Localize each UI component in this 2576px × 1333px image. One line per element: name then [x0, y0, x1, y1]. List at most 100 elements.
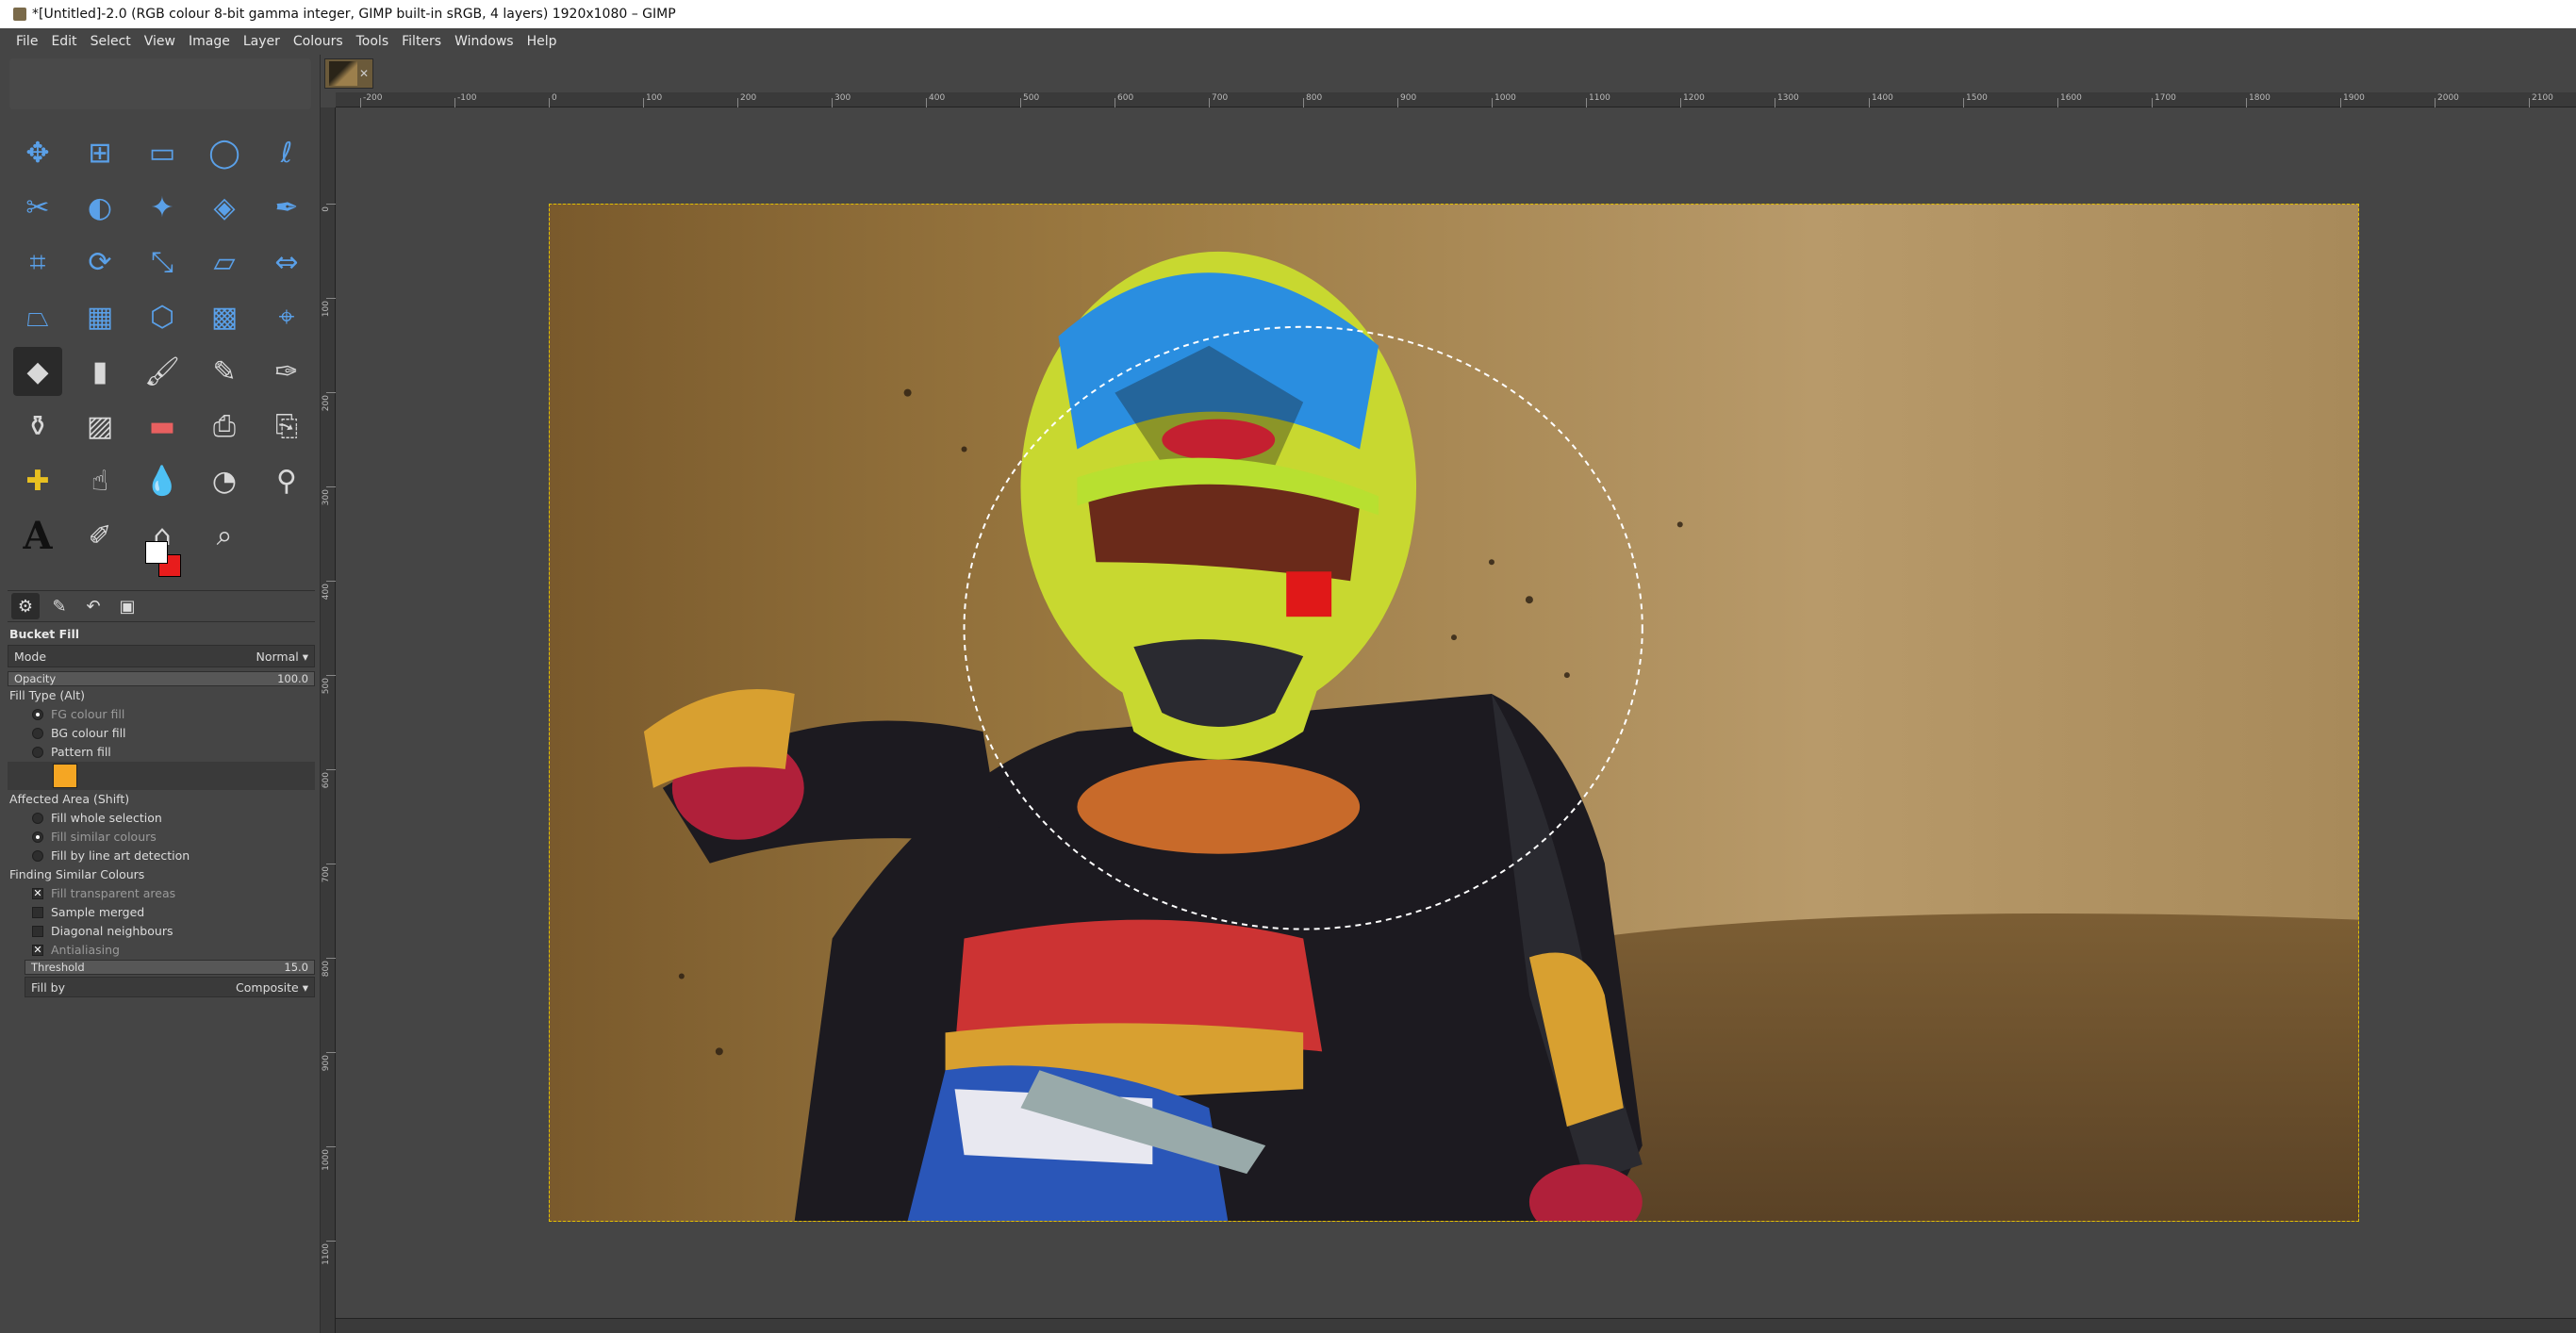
ruler-label: 1000: [1494, 93, 1516, 103]
blur-tool[interactable]: 💧: [138, 456, 187, 505]
menu-layer[interactable]: Layer: [237, 34, 287, 49]
free-select-icon: ℓ: [280, 136, 293, 170]
tool-options-title: Bucket Fill: [9, 627, 80, 641]
foreground-color-swatch[interactable]: [145, 541, 168, 564]
eraser-tool[interactable]: ▬: [138, 402, 187, 451]
fill-similar-radio[interactable]: [32, 831, 43, 843]
sample-merged-label: Sample merged: [51, 905, 145, 919]
sample-merged-option[interactable]: Sample merged: [8, 903, 315, 922]
fill-whole-radio[interactable]: [32, 813, 43, 824]
menu-help[interactable]: Help: [520, 34, 564, 49]
move-tool[interactable]: ✥: [13, 128, 62, 177]
menu-file[interactable]: File: [9, 34, 44, 49]
gimp-app-icon: [13, 8, 26, 21]
cage-tool[interactable]: ⬡: [138, 292, 187, 341]
fillby-combo[interactable]: Fill by Composite ▾: [25, 977, 315, 997]
threshold-value: 15.0: [284, 961, 308, 974]
images-tab[interactable]: ▣: [113, 593, 141, 619]
color-select-tool[interactable]: ◈: [200, 183, 249, 232]
flip-tool[interactable]: ⇔: [262, 238, 311, 287]
dodge-burn-tool[interactable]: ◔: [200, 456, 249, 505]
fill-bg-radio[interactable]: [32, 728, 43, 739]
threshold-spin[interactable]: Threshold 15.0: [25, 960, 315, 975]
device-status-tab[interactable]: ✎: [45, 593, 74, 619]
close-tab-icon[interactable]: ✕: [359, 67, 369, 80]
diagonal-option[interactable]: Diagonal neighbours: [8, 922, 315, 941]
text-tool[interactable]: A: [13, 511, 62, 560]
pattern-row: [8, 762, 315, 790]
menu-colours[interactable]: Colours: [287, 34, 350, 49]
undo-history-tab[interactable]: ↶: [79, 593, 107, 619]
grid-transform-tool[interactable]: ▦: [75, 292, 124, 341]
free-select-tool[interactable]: ℓ: [262, 128, 311, 177]
color-picker-tool[interactable]: ⚲: [262, 456, 311, 505]
image-canvas[interactable]: [549, 204, 2359, 1222]
shear-tool[interactable]: ▱: [200, 238, 249, 287]
perspective-clone-icon: ⎘: [275, 409, 298, 443]
fill-lineart-option[interactable]: Fill by line art detection: [8, 847, 315, 865]
scissors-select-tool[interactable]: ✂: [13, 183, 62, 232]
opacity-spin[interactable]: Opacity 100.0: [8, 671, 315, 686]
zoom-tool[interactable]: ⌕: [200, 511, 249, 560]
image-tab[interactable]: ✕: [324, 58, 373, 89]
fill-similar-option[interactable]: Fill similar colours: [8, 828, 315, 847]
menu-view[interactable]: View: [138, 34, 182, 49]
fill-transparent-check[interactable]: ✕: [32, 888, 43, 899]
menu-filters[interactable]: Filters: [395, 34, 448, 49]
perspective-tool[interactable]: ⏢: [13, 292, 62, 341]
heal-tool[interactable]: ✚: [13, 456, 62, 505]
fill-fg-option[interactable]: FG colour fill: [8, 705, 315, 724]
menu-windows[interactable]: Windows: [448, 34, 520, 49]
bucket-fill-tool[interactable]: ◆: [13, 347, 62, 396]
clone-tool[interactable]: ⎙: [200, 402, 249, 451]
menu-image[interactable]: Image: [182, 34, 237, 49]
fill-lineart-label: Fill by line art detection: [51, 848, 190, 863]
diagonal-check[interactable]: [32, 926, 43, 937]
ruler-tick: [1303, 98, 1304, 107]
rect-select-tool[interactable]: ▭: [138, 128, 187, 177]
mode-combo[interactable]: Mode Normal ▾: [8, 645, 315, 667]
foreground-select-tool[interactable]: ◐: [75, 183, 124, 232]
tool-options-tab[interactable]: ⚙: [11, 593, 40, 619]
gradient-tool[interactable]: ▮: [75, 347, 124, 396]
canvas-area[interactable]: ✕ -200 -100 0 100 200 300 400 500 600 700 800 900 10…: [321, 55, 2576, 1333]
mypaint-brush-tool[interactable]: ▨: [75, 402, 124, 451]
pencil-tool[interactable]: ✎: [200, 347, 249, 396]
color-picker-2-tool[interactable]: ✐: [75, 511, 124, 560]
scale-tool[interactable]: ⤡: [138, 238, 187, 287]
fill-pattern-label: Pattern fill: [51, 745, 111, 759]
fill-pattern-option[interactable]: Pattern fill: [8, 743, 315, 762]
align-tool[interactable]: ⊞: [75, 128, 124, 177]
antialiasing-option[interactable]: ✕ Antialiasing: [8, 941, 315, 960]
fill-transparent-option[interactable]: ✕ Fill transparent areas: [8, 884, 315, 903]
ellipse-select-tool[interactable]: ◯: [200, 128, 249, 177]
handle-transform-tool[interactable]: ⌖: [262, 292, 311, 341]
smudge-tool[interactable]: ☝: [75, 456, 124, 505]
fg-bg-colors[interactable]: [145, 541, 183, 579]
fill-fg-radio[interactable]: [32, 709, 43, 720]
vertical-ruler[interactable]: 0 100 200 300 400 500 600 700 800 900 1000 1100: [321, 107, 336, 1333]
antialiasing-check[interactable]: ✕: [32, 945, 43, 956]
wilber-drop-area: [9, 58, 311, 109]
fill-pattern-radio[interactable]: [32, 747, 43, 758]
menu-edit[interactable]: Edit: [44, 34, 83, 49]
rotate-tool[interactable]: ⟳: [75, 238, 124, 287]
fill-bg-option[interactable]: BG colour fill: [8, 724, 315, 743]
fuzzy-select-tool[interactable]: ✦: [138, 183, 187, 232]
menu-select[interactable]: Select: [84, 34, 138, 49]
sample-merged-check[interactable]: [32, 907, 43, 918]
ink-tool[interactable]: ⚱: [13, 402, 62, 451]
airbrush-tool[interactable]: ✑: [262, 347, 311, 396]
menu-tools[interactable]: Tools: [350, 34, 396, 49]
horizontal-ruler[interactable]: -200 -100 0 100 200 300 400 500 600 700 800 900 1000…: [336, 92, 2576, 107]
paths-tool[interactable]: ✒: [262, 183, 311, 232]
fill-color-swatch[interactable]: [53, 764, 77, 788]
crop-tool[interactable]: ⌗: [13, 238, 62, 287]
fill-whole-option[interactable]: Fill whole selection: [8, 809, 315, 828]
warp-tool[interactable]: ▩: [200, 292, 249, 341]
perspective-clone-tool[interactable]: ⎘: [262, 402, 311, 451]
grid-transform-icon: ▦: [86, 300, 114, 334]
horizontal-scrollbar[interactable]: [336, 1318, 2576, 1333]
fill-lineart-radio[interactable]: [32, 850, 43, 862]
paintbrush-tool[interactable]: 🖌: [138, 347, 187, 396]
